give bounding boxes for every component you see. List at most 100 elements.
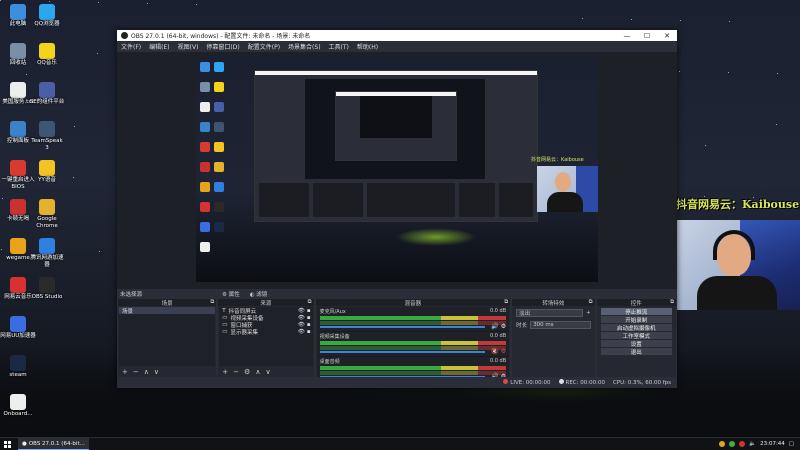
stop-streaming-button[interactable]: 停止推流 (600, 308, 672, 316)
menu-profile[interactable]: 配置文件(P) (248, 42, 280, 51)
preview-canvas[interactable]: 抖音网易云：Kaibouse (196, 56, 598, 282)
duration-input[interactable]: 300 ms (530, 321, 591, 329)
clock[interactable]: 23:07:44 (760, 441, 785, 447)
star (777, 73, 778, 74)
maximize-button[interactable]: ☐ (637, 32, 657, 40)
nested-app-icon (214, 162, 224, 172)
exit-button[interactable]: 退出 (600, 348, 672, 356)
eye-icon[interactable]: 👁 (298, 329, 305, 335)
close-button[interactable]: ✕ (657, 32, 677, 40)
desktop-icon[interactable]: OBS Studio (29, 277, 65, 301)
eye-icon[interactable]: 👁 (298, 322, 305, 328)
desktop-icon[interactable]: QQ音乐 (29, 43, 65, 67)
move-down-button[interactable]: ∨ (154, 368, 159, 376)
dock-float-icon[interactable]: ⧉ (210, 299, 214, 306)
app-icon (10, 82, 26, 98)
properties-button[interactable]: ⚙ 属性 (222, 290, 240, 298)
desktop-icon[interactable]: 网易UU加速器 (0, 316, 36, 340)
source-item[interactable]: ▭ 显示器采集 👁 ▪ (219, 328, 312, 336)
start-recording-button[interactable]: 开始录制 (600, 316, 672, 324)
duration-label: 时长 (516, 323, 528, 329)
nested-app-icon (200, 242, 210, 252)
remove-source-button[interactable]: − (233, 368, 239, 376)
dock-float-icon[interactable]: ⧉ (589, 299, 593, 306)
desktop-icon[interactable]: steam (0, 355, 36, 379)
menu-view[interactable]: 视图(V) (178, 42, 199, 51)
desktop-icon[interactable]: Onboard... (0, 394, 36, 418)
controls-dock: 控件 ⧉ 停止推流 开始录制 启动虚拟摄像机 工作室模式 设置 退出 (596, 299, 676, 377)
transitions-dock: 转场特效 ⧉ 淡出 + 时长 300 ms (512, 299, 595, 377)
dock-float-icon[interactable]: ⧉ (670, 299, 674, 306)
taskbar-obs[interactable]: ● OBS 27.0.1 (64-bit... (18, 438, 89, 450)
preview-area[interactable]: 抖音网易云：Kaibouse (117, 52, 677, 289)
minimize-button[interactable]: — (617, 32, 637, 40)
tray-app-icon[interactable] (719, 441, 726, 447)
mute-icon[interactable]: 🔇 ⚙ (491, 348, 506, 355)
nested-app-icon (214, 122, 224, 132)
dock-float-icon[interactable]: ⧉ (308, 299, 312, 306)
virtual-camera-button[interactable]: 启动虚拟摄像机 (600, 324, 672, 332)
tray-app-icon[interactable] (729, 441, 736, 447)
live-status: LIVE: 00:00:00 (503, 379, 551, 386)
app-icon (10, 277, 26, 293)
app-icon (10, 394, 26, 410)
cpu-status: CPU: 0.3%, 60.00 fps (612, 379, 671, 386)
nested-desktop-icons (196, 56, 236, 256)
title-bar[interactable]: OBS 27.0.1 (64-bit, windows) - 配置文件: 未命名… (117, 30, 677, 41)
star (631, 19, 632, 20)
app-icon (10, 43, 26, 59)
notification-icon[interactable]: ▢ (789, 441, 794, 447)
speaker-icon[interactable]: 🔊 ⚙ (491, 323, 506, 330)
start-button[interactable] (0, 438, 14, 450)
dock-float-icon[interactable]: ⧉ (504, 299, 508, 306)
star (776, 124, 777, 125)
desktop-icon[interactable]: TeamSpeak 3 (29, 121, 65, 152)
menu-file[interactable]: 文件(F) (121, 42, 141, 51)
settings-button[interactable]: 设置 (600, 340, 672, 348)
source-label: 显示器采集 (230, 329, 258, 336)
menu-help[interactable]: 帮助(H) (357, 42, 378, 51)
add-source-button[interactable]: + (222, 368, 228, 376)
rec-status: REC: 00:00:00 (558, 379, 605, 386)
lock-icon[interactable]: ▪ (307, 315, 311, 321)
nested-app-icon (200, 122, 210, 132)
app-icon (10, 4, 26, 20)
lock-icon[interactable]: ▪ (307, 308, 311, 314)
app-icon (10, 355, 26, 371)
source-settings-button[interactable]: ⚙ (244, 368, 250, 376)
source-type-icon: ▭ (222, 321, 228, 328)
obs-window[interactable]: OBS 27.0.1 (64-bit, windows) - 配置文件: 未命名… (117, 30, 677, 388)
window-title: OBS 27.0.1 (64-bit, windows) - 配置文件: 未命名… (131, 33, 311, 40)
desktop-icon[interactable]: YY语音 (29, 160, 65, 184)
eye-icon[interactable]: 👁 (298, 315, 305, 321)
app-icon (10, 160, 26, 176)
transition-select[interactable]: 淡出 (516, 309, 583, 317)
lock-icon[interactable]: ▪ (307, 329, 311, 335)
speaker-icon[interactable]: 🔈 (749, 441, 756, 447)
desktop-icon[interactable]: QQ浏览器 (29, 4, 65, 28)
move-down-button[interactable]: ∨ (265, 368, 270, 376)
menu-scene-collection[interactable]: 场景集合(S) (288, 42, 321, 51)
star (0, 0, 1, 1)
volume-slider[interactable] (319, 351, 486, 353)
desktop-icon[interactable]: SE的组件平台 (29, 82, 65, 106)
add-scene-button[interactable]: + (122, 368, 128, 376)
star (73, 177, 74, 178)
studio-mode-button[interactable]: 工作室模式 (600, 332, 672, 340)
scene-item[interactable]: 场景 (119, 307, 216, 315)
menu-docks[interactable]: 停靠窗口(D) (206, 42, 239, 51)
desktop-icon[interactable]: Google Chrome (29, 199, 65, 230)
move-up-button[interactable]: ∧ (144, 368, 149, 376)
eye-icon[interactable]: 👁 (298, 308, 305, 314)
remove-scene-button[interactable]: − (133, 368, 139, 376)
lock-icon[interactable]: ▪ (307, 322, 311, 328)
menu-edit[interactable]: 编辑(E) (149, 42, 169, 51)
transition-add-icon[interactable]: + (586, 310, 591, 316)
nested-app-icon (200, 162, 210, 172)
desktop-icon[interactable]: 腾讯网游加速器 (29, 238, 65, 269)
filters-button[interactable]: ◐ 滤镜 (250, 290, 268, 298)
tray-app-icon[interactable] (739, 441, 746, 447)
volume-slider[interactable] (319, 326, 486, 328)
move-up-button[interactable]: ∧ (255, 368, 260, 376)
menu-tools[interactable]: 工具(T) (329, 42, 349, 51)
